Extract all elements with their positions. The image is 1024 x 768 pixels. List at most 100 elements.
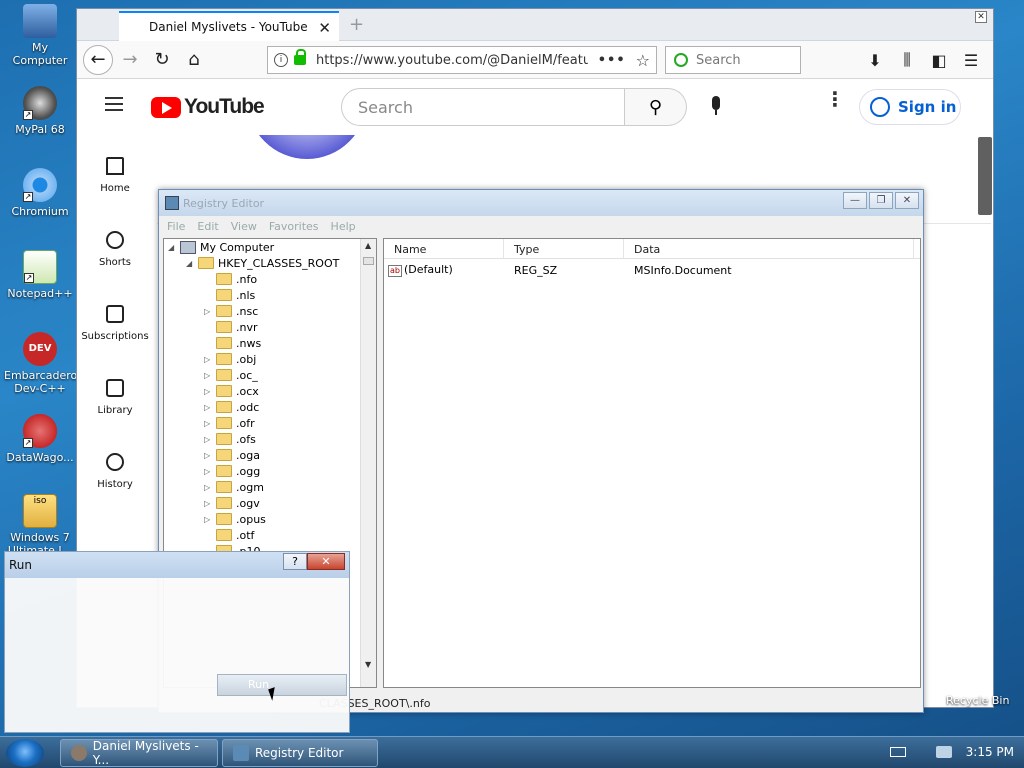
desktop-icon-my-computer[interactable]: My Computer: [4, 4, 76, 67]
expand-icon[interactable]: ▷: [204, 419, 216, 428]
close-icon[interactable]: ✕: [895, 192, 919, 209]
expand-icon[interactable]: ▷: [204, 515, 216, 524]
new-tab-icon[interactable]: +: [349, 14, 364, 35]
expand-icon[interactable]: ▷: [204, 355, 216, 364]
expand-icon[interactable]: ▷: [204, 499, 216, 508]
hamburger-menu-icon[interactable]: [105, 97, 123, 111]
keyboard-icon[interactable]: [889, 747, 906, 757]
tree-node-key[interactable]: ▷ .ofr: [204, 415, 255, 431]
tree-node-key[interactable]: ▷ .ofs: [204, 431, 256, 447]
column-header-type[interactable]: Type: [504, 239, 624, 258]
back-icon[interactable]: ←: [83, 44, 113, 75]
tree-node-hive[interactable]: ◢ HKEY_CLASSES_ROOT: [186, 255, 339, 271]
clock[interactable]: 3:15 PM: [966, 745, 1014, 759]
browser-search-field[interactable]: Search: [665, 46, 801, 74]
tab-youtube[interactable]: Daniel Myslivets - YouTube ✕: [119, 11, 339, 41]
sidebar-item-history[interactable]: History: [77, 433, 153, 507]
collapse-icon[interactable]: ◢: [168, 243, 180, 252]
sidebar-item-shorts[interactable]: Shorts: [77, 211, 153, 285]
registry-title-bar[interactable]: Registry Editor — ❐ ✕: [159, 190, 923, 216]
taskbar-item-browser[interactable]: Daniel Myslivets - Y...: [60, 739, 218, 767]
sidebar-icon[interactable]: ◧: [923, 46, 955, 74]
tree-node-key[interactable]: .nvr: [204, 319, 258, 335]
desktop-icon-chromium[interactable]: ↗ Chromium: [4, 168, 76, 218]
restore-icon[interactable]: ❐: [869, 192, 893, 209]
minimize-icon[interactable]: —: [843, 192, 867, 209]
desktop-icon-datawago[interactable]: ↗ DataWago...: [4, 414, 76, 464]
tree-node-key[interactable]: ▷ .obj: [204, 351, 256, 367]
registry-values-list[interactable]: Name Type Data ab (Default) REG_SZ MSInfo…: [383, 238, 921, 688]
start-button[interactable]: [6, 739, 44, 767]
menu-view[interactable]: View: [231, 220, 257, 233]
expand-icon[interactable]: ▷: [204, 451, 216, 460]
tree-node-key[interactable]: ▷ .ogm: [204, 479, 264, 495]
tree-scrollbar[interactable]: ▲ ▼: [360, 239, 376, 687]
run-button[interactable]: Run: [217, 674, 347, 696]
info-icon[interactable]: i: [274, 53, 288, 67]
tree-node-key[interactable]: ▷ .ogv: [204, 495, 260, 511]
scroll-thumb[interactable]: [363, 257, 374, 265]
desktop-icon-notepadpp[interactable]: ↗ Notepad++: [4, 250, 76, 300]
tree-node-key[interactable]: ▷ .nsc: [204, 303, 258, 319]
collapse-icon[interactable]: ◢: [186, 259, 198, 268]
youtube-search-input[interactable]: Search: [341, 88, 625, 126]
tree-node-key[interactable]: .otf: [204, 527, 254, 543]
expand-icon[interactable]: ▷: [204, 403, 216, 412]
reload-icon[interactable]: ↻: [147, 45, 177, 75]
more-options-icon[interactable]: ⋮: [825, 89, 845, 109]
tree-node-key[interactable]: ▷ .ocx: [204, 383, 259, 399]
sign-in-button[interactable]: Sign in: [859, 89, 961, 125]
scroll-up-icon[interactable]: ▲: [365, 241, 371, 250]
list-item[interactable]: ab (Default) REG_SZ MSInfo.Document: [384, 261, 920, 279]
taskbar-item-registry[interactable]: Registry Editor: [222, 739, 378, 767]
tree-node-key[interactable]: .nls: [204, 287, 255, 303]
tree-node-root[interactable]: ◢ My Computer: [168, 239, 274, 255]
expand-icon[interactable]: ▷: [204, 483, 216, 492]
column-header-data[interactable]: Data: [624, 239, 914, 258]
menu-help[interactable]: Help: [331, 220, 356, 233]
home-icon[interactable]: ⌂: [179, 45, 209, 75]
tree-node-key[interactable]: ▷ .oga: [204, 447, 260, 463]
recycle-bin-label[interactable]: Recycle Bin: [946, 694, 1009, 707]
menu-favorites[interactable]: Favorites: [269, 220, 319, 233]
page-scrollbar-thumb[interactable]: [978, 137, 992, 215]
close-icon[interactable]: ✕: [307, 553, 345, 570]
tree-node-key[interactable]: ▷ .ogg: [204, 463, 260, 479]
menu-edit[interactable]: Edit: [197, 220, 218, 233]
close-tab-icon[interactable]: ✕: [318, 19, 331, 37]
microphone-icon[interactable]: [705, 96, 727, 118]
expand-icon[interactable]: ▷: [204, 435, 216, 444]
scroll-down-icon[interactable]: ▼: [365, 660, 371, 669]
tree-node-key[interactable]: .nfo: [204, 271, 257, 287]
library-icon[interactable]: ⫼: [891, 46, 923, 74]
help-icon[interactable]: ?: [283, 553, 307, 570]
sidebar-item-library[interactable]: Library: [77, 359, 153, 433]
desktop-icon-win7iso[interactable]: iso Windows 7 Ultimate I...: [4, 494, 76, 557]
forward-icon[interactable]: →: [115, 45, 145, 75]
taskbar-item-label: Daniel Myslivets - Y...: [92, 739, 199, 767]
desktop-icon-mypal[interactable]: ↗ MyPal 68: [4, 86, 76, 136]
url-bar[interactable]: i https://www.youtube.com/@DanielM/featu…: [267, 46, 657, 74]
tree-node-key[interactable]: ▷ .opus: [204, 511, 266, 527]
youtube-logo[interactable]: YouTube: [151, 95, 265, 119]
expand-icon[interactable]: ▷: [204, 371, 216, 380]
downloads-icon[interactable]: ⬇: [859, 46, 891, 74]
column-header-name[interactable]: Name: [384, 239, 504, 258]
expand-icon[interactable]: ▷: [204, 387, 216, 396]
search-icon[interactable]: ⚲: [625, 88, 687, 126]
expand-icon[interactable]: ▷: [204, 307, 216, 316]
desktop-icon-devcpp[interactable]: DEV Embarcadero Dev-C++: [4, 332, 77, 395]
sidebar-item-subscriptions[interactable]: Subscriptions: [77, 285, 153, 359]
expand-icon[interactable]: ▷: [204, 467, 216, 476]
network-icon[interactable]: [935, 746, 952, 758]
tree-node-key[interactable]: .nws: [204, 335, 261, 351]
window-close-icon[interactable]: ✕: [975, 11, 987, 23]
browser-search-placeholder: Search: [696, 52, 741, 68]
tree-node-key[interactable]: ▷ .odc: [204, 399, 259, 415]
menu-file[interactable]: File: [167, 220, 185, 233]
bookmark-star-icon[interactable]: ☆: [636, 51, 650, 70]
sidebar-item-home[interactable]: Home: [77, 137, 153, 211]
tree-node-key[interactable]: ▷ .oc_: [204, 367, 258, 383]
menu-icon[interactable]: ☰: [955, 46, 987, 74]
page-actions-icon[interactable]: •••: [598, 53, 626, 68]
